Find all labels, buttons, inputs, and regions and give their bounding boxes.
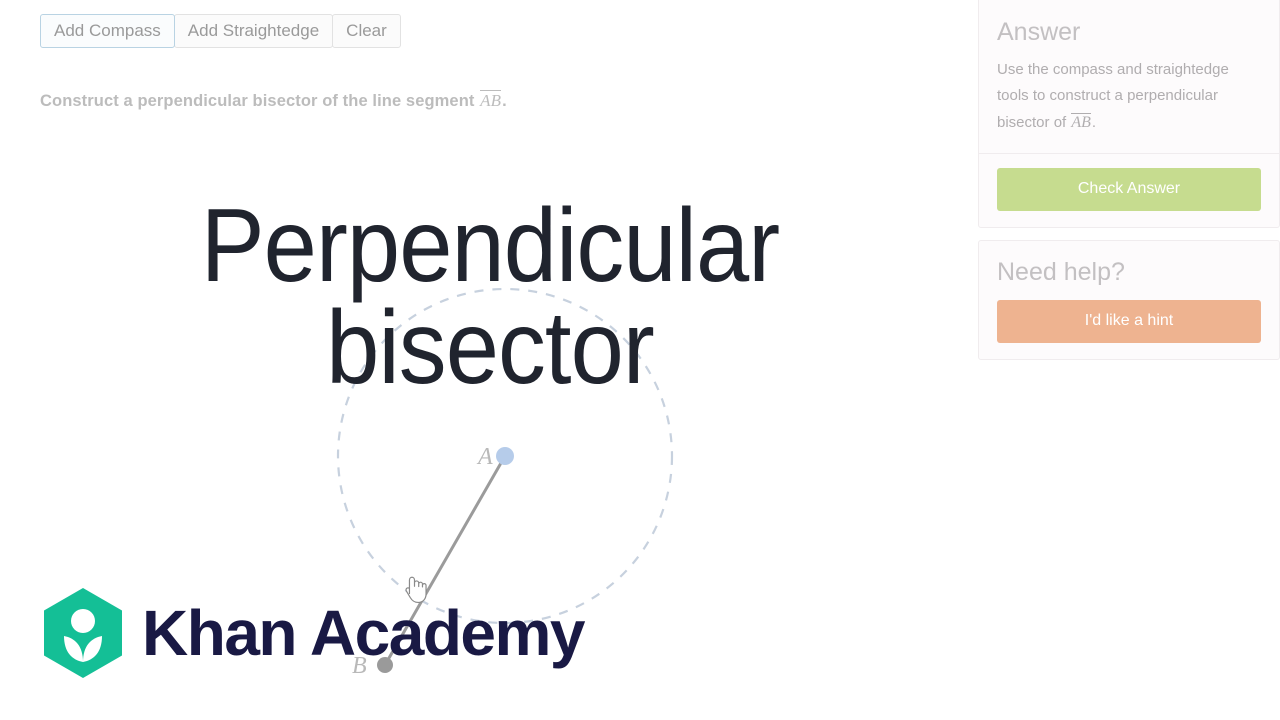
khan-academy-wordmark: Khan Academy [142, 597, 586, 669]
hint-button[interactable]: I'd like a hint [997, 300, 1261, 344]
segment-ab-notation: AB [480, 90, 502, 110]
answer-segment-ab-notation: AB [1071, 112, 1091, 131]
need-help-footer: I'd like a hint [979, 292, 1279, 359]
need-help-card: Need help? I'd like a hint [978, 239, 1280, 361]
answer-body-text: Use the compass and straightedge tools t… [997, 60, 1229, 131]
answer-card-body: Use the compass and straightedge tools t… [979, 57, 1279, 153]
add-straightedge-button[interactable]: Add Straightedge [173, 14, 334, 48]
title-line-1: Perpendicular [200, 188, 780, 304]
answer-card: Answer Use the compass and straightedge … [978, 0, 1280, 228]
add-compass-button[interactable]: Add Compass [40, 14, 175, 48]
need-help-heading: Need help? [997, 257, 1125, 286]
check-answer-button[interactable]: Check Answer [997, 167, 1261, 211]
video-title-overlay: Perpendicular bisector [0, 188, 980, 406]
khan-academy-leaf-icon [44, 588, 122, 678]
answer-card-heading: Answer [997, 18, 1081, 46]
khan-academy-construction-exercise: Add Compass Add Straightedge Clear Const… [0, 0, 1280, 720]
answer-card-footer: Check Answer [979, 154, 1279, 227]
instruction-prefix: Construct a perpendicular bisector of th… [40, 92, 480, 110]
exercise-instruction: Construct a perpendicular bisector of th… [40, 90, 507, 111]
clear-button[interactable]: Clear [332, 14, 401, 48]
answer-body-suffix: . [1091, 113, 1097, 131]
point-a-label: A [476, 444, 493, 470]
title-line-2: bisector [326, 289, 655, 406]
exercise-side-panel: Answer Use the compass and straightedge … [978, 0, 1280, 372]
instruction-suffix: . [502, 92, 507, 110]
khan-academy-logo: Khan Academy [40, 588, 586, 678]
compass-circle [336, 287, 674, 625]
point-a-handle[interactable] [496, 447, 514, 465]
construction-toolbar: Add Compass Add Straightedge Clear [40, 14, 401, 48]
